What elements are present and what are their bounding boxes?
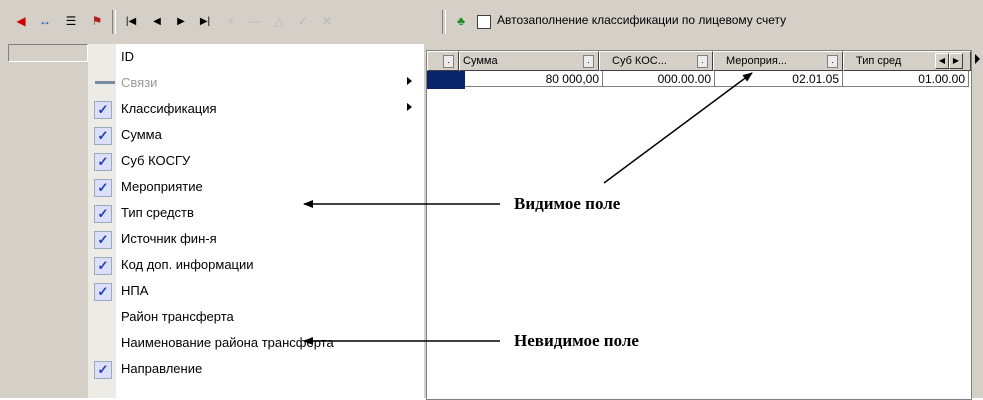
cell-sub-kosgu[interactable]: 000.00.00 xyxy=(603,71,715,87)
tree-icon[interactable]: ♣ xyxy=(452,12,470,30)
list-settings-icon[interactable]: ☰ xyxy=(62,12,80,30)
row-selection-indicator[interactable] xyxy=(427,71,465,89)
column-header-sum[interactable]: Сумма ․ xyxy=(459,51,599,71)
left-panel xyxy=(0,44,88,398)
column-header-label: Тип сред xyxy=(856,55,902,67)
app-window: ◀ ↔ ☰ ⚑ |◀ ◀ ▶ ▶| + — △ ✓ ✕ ♣ Автозаполн… xyxy=(0,0,983,400)
filter-icon[interactable]: ․ xyxy=(697,55,708,68)
visible-field-annotation: Видимое поле xyxy=(514,194,621,213)
first-record-icon[interactable]: |◀ xyxy=(122,12,140,30)
menu-item-direction[interactable]: ✓ Направление xyxy=(88,356,424,382)
menu-item-sum[interactable]: ✓ Сумма xyxy=(88,122,424,148)
scroll-left-icon[interactable]: ◀ xyxy=(935,53,949,69)
cancel-icon[interactable]: ✕ xyxy=(318,12,336,30)
checkmark-icon: ✓ xyxy=(94,153,112,171)
cell-sum[interactable]: 80 000,00 xyxy=(465,71,603,87)
autofill-checkbox[interactable] xyxy=(477,15,491,29)
checkmark-icon: ✓ xyxy=(94,231,112,249)
menu-item-extra-info-code[interactable]: ✓ Код доп. информации xyxy=(88,252,424,278)
menu-item-label: НПА xyxy=(121,283,149,298)
menu-item-label: Мероприятие xyxy=(121,179,203,194)
submenu-arrow-icon xyxy=(407,77,412,85)
checkmark-icon: ✓ xyxy=(94,127,112,145)
checkmark-icon: ✓ xyxy=(94,361,112,379)
column-header-sub-kosgu[interactable]: Суб КОС... ․ xyxy=(599,51,713,71)
menu-item-label: Направление xyxy=(121,361,203,376)
checkmark-icon: ✓ xyxy=(94,179,112,197)
menu-item-label: Источник фин-я xyxy=(121,231,217,246)
column-header-label: Суб КОС... xyxy=(612,55,667,67)
autofill-label: Автозаполнение классификации по лицевому… xyxy=(497,13,787,27)
prev-record-icon[interactable]: ◀ xyxy=(148,12,166,30)
checkmark-icon: ✓ xyxy=(94,257,112,275)
filter-icon[interactable]: ․ xyxy=(443,55,454,68)
next-record-icon[interactable]: ▶ xyxy=(172,12,190,30)
column-visibility-menu: ID ▬▬ Связи ✓ Классификация ✓ Сумма ✓ Су… xyxy=(88,44,426,398)
menu-item-links[interactable]: ▬▬ Связи xyxy=(88,70,424,96)
edit-icon[interactable]: △ xyxy=(270,12,288,30)
menu-item-id[interactable]: ID xyxy=(88,44,424,70)
menu-item-funding-source[interactable]: ✓ Источник фин-я xyxy=(88,226,424,252)
menu-item-label: Код доп. информации xyxy=(121,257,254,272)
menu-item-label: Наименование района трансферта xyxy=(121,335,334,350)
toolbar: ◀ ↔ ☰ ⚑ |◀ ◀ ▶ ▶| + — △ ✓ ✕ ♣ Автозаполн… xyxy=(0,0,983,44)
invisible-field-annotation: Невидимое поле xyxy=(514,331,639,350)
menu-item-classification[interactable]: ✓ Классификация xyxy=(88,96,424,122)
row-indicator-header[interactable]: ․ xyxy=(427,51,459,71)
link-icon: ▬▬ xyxy=(95,76,115,87)
link-arrows-icon[interactable]: ↔ xyxy=(36,12,54,30)
menu-item-label: Классификация xyxy=(121,101,217,116)
filter-icon[interactable]: ․ xyxy=(583,55,594,68)
scroll-right-icon[interactable]: ▶ xyxy=(949,53,963,69)
menu-item-label: Сумма xyxy=(121,127,162,142)
column-header-event[interactable]: Мероприя... ․ xyxy=(713,51,843,71)
left-field[interactable] xyxy=(8,44,88,62)
toolbar-separator xyxy=(442,10,446,34)
cell-fund-type[interactable]: 01.00.00 xyxy=(843,71,969,87)
cell-event[interactable]: 02.01.05 xyxy=(715,71,843,87)
filter-icon[interactable]: ․ xyxy=(827,55,838,68)
checkmark-icon: ✓ xyxy=(94,205,112,223)
grid-header-row: ․ Сумма ․ Суб КОС... ․ Мероприя... ․ Тип… xyxy=(427,51,971,71)
scroll-right-arrow-icon[interactable] xyxy=(975,54,980,64)
menu-item-transfer-district[interactable]: Район трансферта xyxy=(88,304,424,330)
menu-item-label: ID xyxy=(121,49,134,64)
submenu-arrow-icon xyxy=(407,103,412,111)
checkmark-icon: ✓ xyxy=(94,283,112,301)
menu-item-transfer-district-name[interactable]: Наименование района трансферта xyxy=(88,330,424,356)
data-grid: ․ Сумма ․ Суб КОС... ․ Мероприя... ․ Тип… xyxy=(424,44,983,400)
flag-icon[interactable]: ⚑ xyxy=(88,12,106,30)
delete-icon[interactable]: — xyxy=(246,12,264,30)
menu-item-label: Тип средств xyxy=(121,205,194,220)
menu-item-label: Суб КОСГУ xyxy=(121,153,191,168)
checkmark-icon: ✓ xyxy=(94,101,112,119)
grid-body: ․ Сумма ․ Суб КОС... ․ Мероприя... ․ Тип… xyxy=(426,50,972,400)
column-header-label: Мероприя... xyxy=(726,55,787,67)
last-record-icon[interactable]: ▶| xyxy=(196,12,214,30)
menu-item-label: Связи xyxy=(121,75,158,90)
menu-item-fund-type[interactable]: ✓ Тип средств xyxy=(88,200,424,226)
exit-icon[interactable]: ◀ xyxy=(12,12,30,30)
post-icon[interactable]: ✓ xyxy=(294,12,312,30)
menu-item-sub-kosgu[interactable]: ✓ Суб КОСГУ xyxy=(88,148,424,174)
toolbar-separator xyxy=(112,10,116,34)
table-row[interactable]: 80 000,00 000.00.00 02.01.05 01.00.00 xyxy=(427,71,971,89)
insert-icon[interactable]: + xyxy=(222,12,240,30)
menu-item-event[interactable]: ✓ Мероприятие xyxy=(88,174,424,200)
column-header-label: Сумма xyxy=(463,55,498,67)
menu-item-npa[interactable]: ✓ НПА xyxy=(88,278,424,304)
menu-item-label: Район трансферта xyxy=(121,309,234,324)
